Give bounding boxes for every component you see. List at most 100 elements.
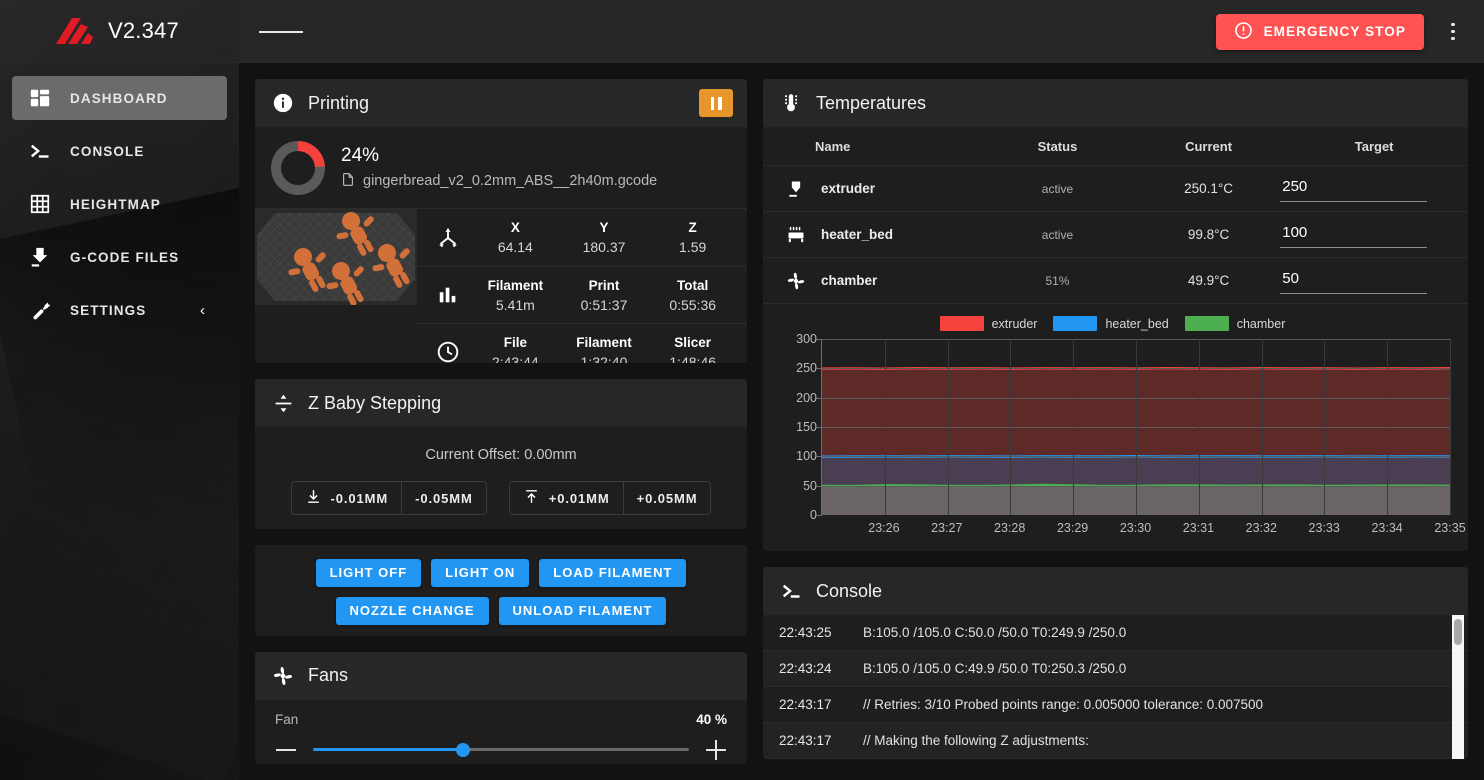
z-step-up-005-button[interactable]: +0.05MM [623,482,711,514]
light-on-button[interactable]: LIGHT ON [431,559,529,587]
dashboard-icon [27,86,52,111]
stat-value: 64.14 [471,239,560,255]
chamber-target-input[interactable] [1280,268,1427,294]
light-off-button[interactable]: LIGHT OFF [316,559,422,587]
stat-cell: File 2:43:44 [471,335,560,364]
z-step-down-005-button[interactable]: -0.05MM [401,482,486,514]
print-progress-row: 24% gingerbread_v2_0.2mm_ABS__2h40m.gcod… [255,127,747,208]
minus-icon[interactable] [275,739,297,761]
temp-name-cell: heater_bed [763,212,978,258]
extruder-icon [785,179,807,199]
temperatures-table: Name Status Current Target [763,127,1468,304]
legend-item[interactable]: chamber [1185,316,1286,331]
temp-status-cell: active [978,166,1137,212]
stat-value: 0:55:36 [648,297,737,313]
fan-slider-fill [313,748,463,751]
sidebar-item-label: CONSOLE [70,144,144,159]
sidebar-nav: DASHBOARD CONSOLE HEIG [0,63,239,332]
print-progress-percent: 24% [341,145,657,167]
fan-value-label: 40 % [696,712,727,727]
sidebar-item-gcode-files[interactable]: G-CODE FILES [12,235,227,279]
print-stats-row: X 64.14 Y 180.37 Z 1.59 [417,209,747,266]
current-offset-label: Current Offset: 0.00mm [271,447,731,463]
file-icon [341,171,355,192]
grid-line-vertical [1136,339,1137,515]
legend-item[interactable]: heater_bed [1053,316,1168,331]
print-stats-cells: X 64.14 Y 180.37 Z 1.59 [471,220,737,255]
chevron-left-icon[interactable]: ‹ [200,302,205,319]
temp-current-cell: 250.1°C [1137,166,1280,212]
fans-card-title: Fans [308,665,348,686]
z-step-up-001-button[interactable]: +0.01MM [510,482,623,514]
console-scrollbar[interactable] [1452,615,1464,759]
legend-label: heater_bed [1105,317,1168,331]
fan-speed-slider[interactable] [313,748,689,751]
column-header-status: Status [978,127,1137,166]
temp-target-cell [1280,258,1468,304]
stat-cell: Print 0:51:37 [560,278,649,313]
temp-current-cell: 49.9°C [1137,258,1280,304]
axes-icon [425,226,471,250]
info-icon [271,91,295,115]
arrow-down-to-line-icon [305,488,322,508]
arrow-up-from-line-icon [523,488,540,508]
hamburger-icon[interactable] [259,10,303,54]
console-output[interactable]: 22:43:25 B:105.0 /105.0 C:50.0 /50.0 T0:… [763,615,1468,759]
gcode-file-icon [27,245,52,270]
y-axis-tick-label: 50 [803,479,817,493]
z-step-down-001-button[interactable]: -0.01MM [292,482,402,514]
more-vertical-icon[interactable] [1436,10,1470,54]
macros-card: LIGHT OFF LIGHT ON LOAD FILAMENT NOZZLE … [255,545,747,636]
z-step-up-001-label: +0.01MM [549,491,610,506]
unload-filament-button[interactable]: UNLOAD FILAMENT [499,597,667,625]
print-stats-table: X 64.14 Y 180.37 Z 1.59 [417,209,747,363]
load-filament-button[interactable]: LOAD FILAMENT [539,559,686,587]
stat-cell: Filament 1:32:40 [560,335,649,364]
stat-label: Filament [471,278,560,293]
console-scrollbar-thumb[interactable] [1454,619,1462,645]
print-filename: gingerbread_v2_0.2mm_ABS__2h40m.gcode [363,173,657,189]
print-stats-cells: Filament 5.41m Print 0:51:37 Total [471,278,737,313]
macros-body: LIGHT OFF LIGHT ON LOAD FILAMENT NOZZLE … [255,545,747,636]
print-details: X 64.14 Y 180.37 Z 1.59 [255,208,747,363]
brand-title: V2.347 [108,18,179,44]
stat-label: Filament [560,335,649,350]
sidebar-item-console[interactable]: CONSOLE [12,129,227,173]
ring-hole [281,151,315,185]
legend-swatch [940,316,984,331]
table-row: extruder active 250.1°C [763,166,1468,212]
console-message: B:105.0 /105.0 C:50.0 /50.0 T0:249.9 /25… [863,625,1126,640]
pause-print-button[interactable] [699,89,733,117]
console-timestamp: 22:43:17 [779,697,841,712]
extruder-target-input[interactable] [1280,176,1427,202]
grid-icon [27,192,52,217]
fan-slider-thumb[interactable] [456,743,470,757]
stat-cell: Z 1.59 [648,220,737,255]
chart-grid [821,339,1450,515]
fans-card: Fans Fan 40 % [255,652,747,764]
nozzle-change-button[interactable]: NOZZLE CHANGE [336,597,489,625]
legend-label: extruder [992,317,1038,331]
print-stats-cells: File 2:43:44 Filament 1:32:40 Slicer [471,335,737,364]
temp-name-wrap: chamber [763,271,978,291]
stat-value: 1:48:46 [648,354,737,364]
brand: V2.347 [0,0,239,63]
legend-item[interactable]: extruder [940,316,1038,331]
console-line: 22:43:17 // Retries: 3/10 Probed points … [763,687,1468,723]
temp-name-cell: extruder [763,166,978,212]
plus-icon[interactable] [705,739,727,761]
sidebar-item-label: G-CODE FILES [70,250,179,265]
sidebar-item-label: DASHBOARD [70,91,168,106]
sidebar-item-settings[interactable]: SETTINGS ‹ [12,288,227,332]
temp-name-wrap: extruder [763,179,978,199]
sidebar-item-heightmap[interactable]: HEIGHTMAP [12,182,227,226]
sidebar-item-dashboard[interactable]: DASHBOARD [12,76,227,120]
emergency-stop-button[interactable]: EMERGENCY STOP [1216,14,1424,50]
console-line: 22:43:25 B:105.0 /105.0 C:50.0 /50.0 T0:… [763,615,1468,651]
temp-status-cell: active [978,212,1137,258]
console-card: Console 22:43:25 B:105.0 /105.0 C:50.0 /… [763,567,1468,759]
heater-bed-target-input[interactable] [1280,222,1427,248]
stat-cell: Y 180.37 [560,220,649,255]
grid-line-vertical [1387,339,1388,515]
printing-card-title: Printing [308,93,369,114]
